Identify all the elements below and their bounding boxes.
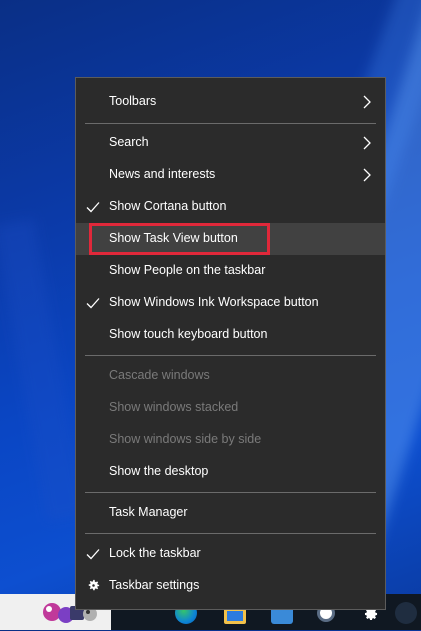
- checkmark-icon: [86, 298, 100, 309]
- wallpaper-ray: [0, 218, 86, 522]
- menu-item-search[interactable]: Search: [76, 127, 385, 159]
- menu-item-task-manager[interactable]: Task Manager: [76, 497, 385, 529]
- chevron-right-icon: [363, 95, 371, 109]
- checkmark-icon: [86, 549, 100, 560]
- menu-separator: [85, 123, 376, 124]
- checkmark-icon: [86, 202, 100, 213]
- menu-item-toolbars[interactable]: Toolbars: [76, 86, 385, 118]
- menu-item-show-windows-stacked: Show windows stacked: [76, 392, 385, 424]
- chevron-right-icon: [363, 136, 371, 150]
- menu-separator: [85, 533, 376, 534]
- menu-item-show-cortana-button[interactable]: Show Cortana button: [76, 191, 385, 223]
- menu-item-label: Show the desktop: [109, 464, 209, 478]
- chevron-right-icon: [363, 168, 371, 182]
- menu-item-news-and-interests[interactable]: News and interests: [76, 159, 385, 191]
- menu-item-label: Show People on the taskbar: [109, 263, 266, 277]
- menu-item-label: Task Manager: [109, 505, 188, 519]
- menu-item-label: Show Cortana button: [109, 199, 227, 213]
- menu-item-cascade-windows: Cascade windows: [76, 360, 385, 392]
- menu-item-taskbar-settings[interactable]: Taskbar settings: [76, 570, 385, 602]
- gear-icon: [88, 579, 100, 591]
- menu-item-show-the-desktop[interactable]: Show the desktop: [76, 456, 385, 488]
- taskbar-app-icon[interactable]: [395, 602, 417, 624]
- menu-item-show-touch-keyboard[interactable]: Show touch keyboard button: [76, 319, 385, 351]
- menu-item-label: Lock the taskbar: [109, 546, 201, 560]
- taskbar-context-menu: Toolbars Search News and interests Show …: [75, 77, 386, 610]
- menu-item-label: Show Task View button: [109, 231, 238, 245]
- menu-separator: [85, 355, 376, 356]
- menu-item-show-task-view-button[interactable]: Show Task View button: [76, 223, 385, 255]
- menu-item-label: Cascade windows: [109, 368, 210, 382]
- menu-item-label: Show windows side by side: [109, 432, 262, 446]
- menu-item-label: Toolbars: [109, 94, 157, 108]
- menu-item-label: Show windows stacked: [109, 400, 239, 414]
- menu-item-label: Taskbar settings: [109, 578, 200, 592]
- menu-item-lock-the-taskbar[interactable]: Lock the taskbar: [76, 538, 385, 570]
- menu-item-show-people[interactable]: Show People on the taskbar: [76, 255, 385, 287]
- menu-item-show-windows-ink-workspace[interactable]: Show Windows Ink Workspace button: [76, 287, 385, 319]
- menu-item-label: News and interests: [109, 167, 216, 181]
- menu-item-show-windows-side-by-side: Show windows side by side: [76, 424, 385, 456]
- menu-item-label: Search: [109, 135, 149, 149]
- menu-item-label: Show Windows Ink Workspace button: [109, 295, 319, 309]
- menu-item-label: Show touch keyboard button: [109, 327, 268, 341]
- menu-separator: [85, 492, 376, 493]
